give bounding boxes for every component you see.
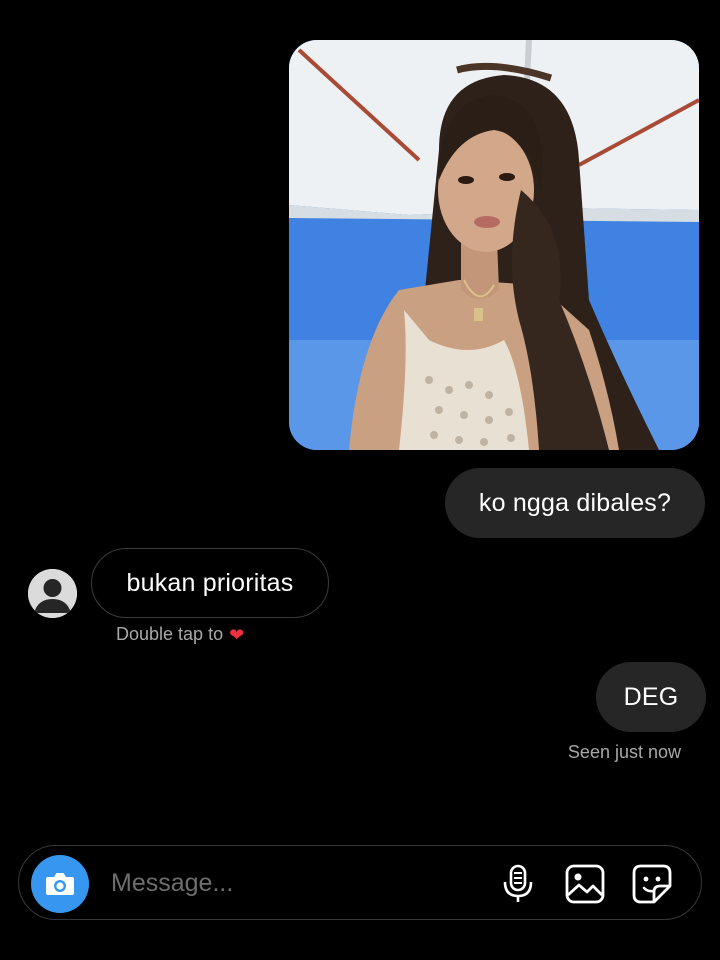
sticker-button[interactable]: [631, 863, 673, 905]
received-message-bubble[interactable]: bukan prioritas: [91, 548, 329, 618]
message-composer: [18, 845, 702, 920]
heart-icon: ❤: [229, 624, 245, 645]
gallery-icon: [565, 864, 605, 904]
message-text: DEG: [623, 682, 679, 711]
sticker-icon: [632, 864, 672, 904]
microphone-icon: [503, 864, 533, 902]
default-avatar-icon: [28, 569, 77, 618]
message-text: ko ngga dibales?: [478, 488, 672, 517]
sent-message-bubble[interactable]: ko ngga dibales?: [445, 468, 705, 538]
avatar[interactable]: [28, 569, 77, 618]
microphone-button[interactable]: [497, 863, 539, 905]
photo-illustration: [289, 40, 699, 450]
sent-message-bubble[interactable]: DEG: [596, 662, 706, 732]
gallery-button[interactable]: [564, 863, 606, 905]
camera-button[interactable]: [31, 855, 89, 913]
camera-icon: [46, 873, 74, 895]
chat-screen: ko ngga dibales? bukan prioritas Double …: [0, 0, 720, 960]
message-text: bukan prioritas: [126, 568, 294, 597]
double-tap-text: Double tap to: [116, 624, 224, 644]
seen-status: Seen just now: [567, 742, 681, 762]
double-tap-hint: Double tap to ❤: [116, 624, 244, 645]
sent-photo[interactable]: [289, 40, 699, 450]
message-input[interactable]: [111, 864, 481, 902]
